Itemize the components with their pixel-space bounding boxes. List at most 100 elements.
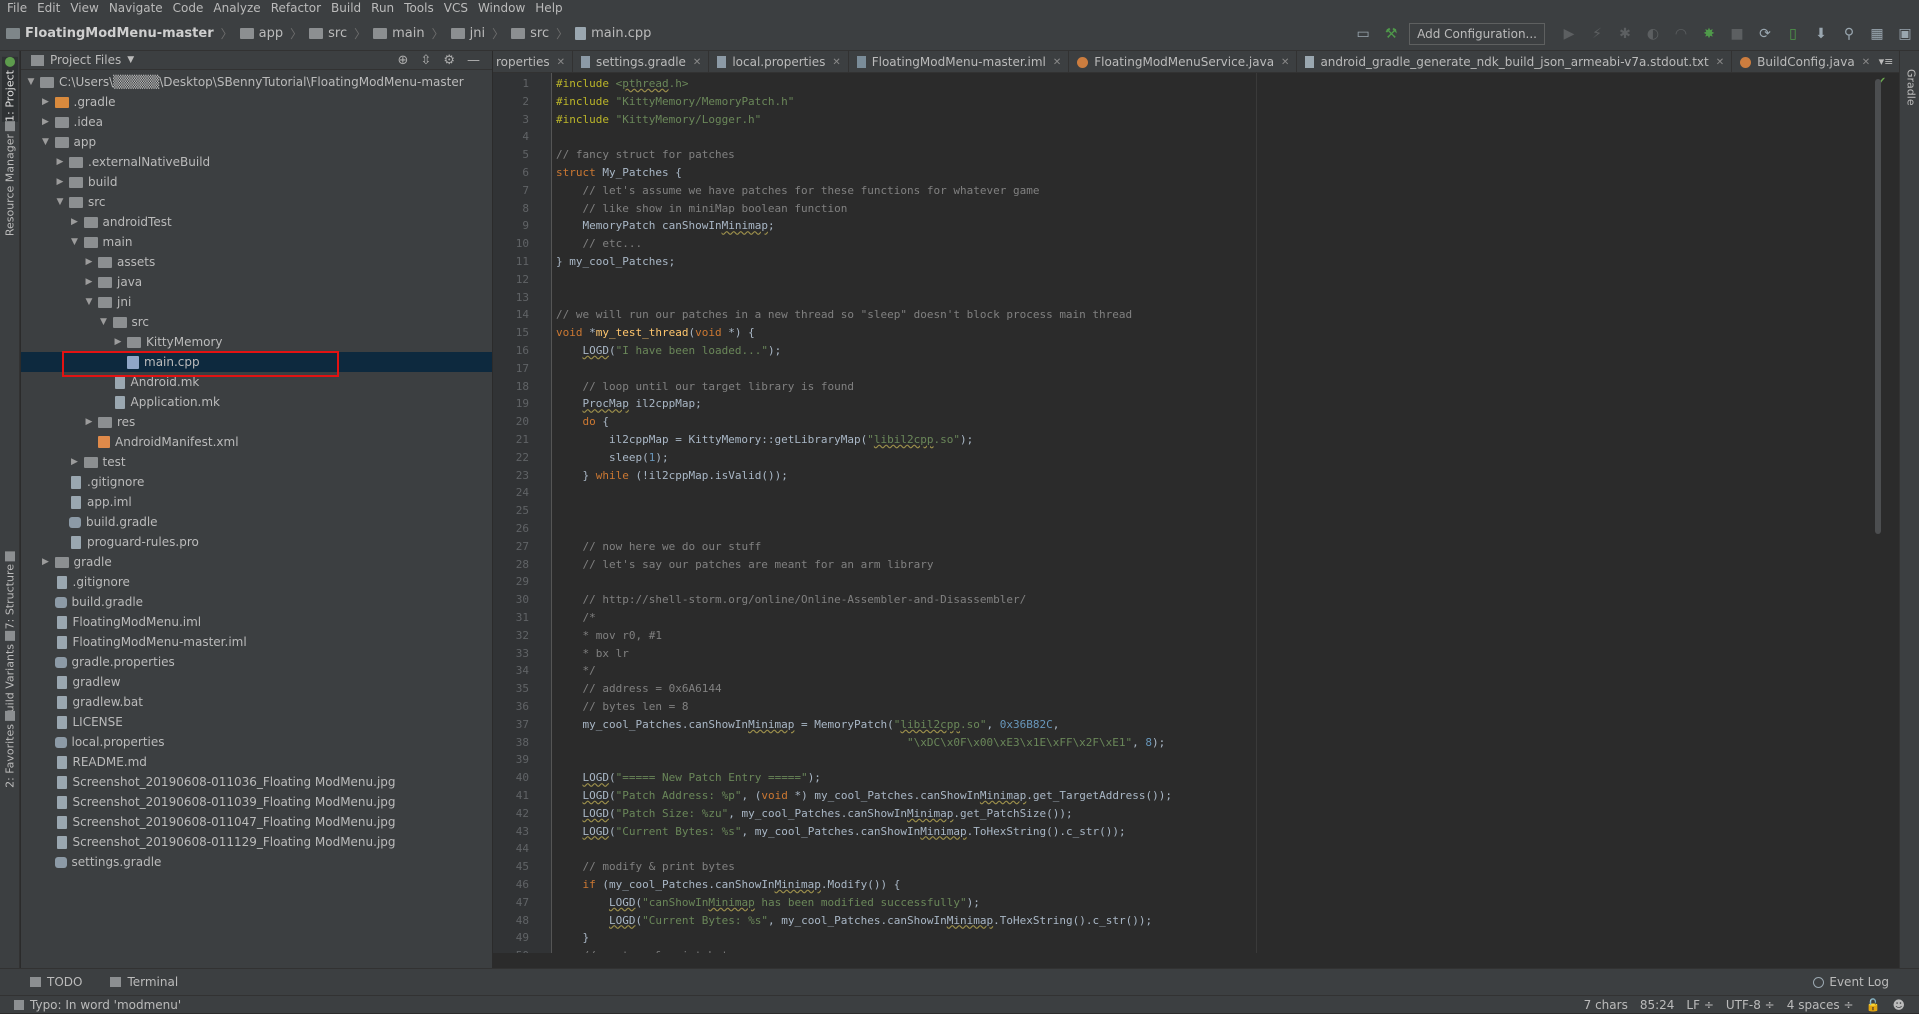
chevron-down-icon[interactable]: ▼ — [25, 77, 37, 87]
chevron-right-icon[interactable]: ▶ — [69, 217, 81, 227]
editor-scrollbar[interactable] — [1875, 79, 1881, 534]
tree-item[interactable]: app.iml — [21, 492, 492, 512]
code-line[interactable]: LOGD("Current Bytes: %s", my_cool_Patche… — [556, 912, 1152, 929]
tree-item[interactable]: Screenshot_20190608-011039_Floating ModM… — [21, 792, 492, 812]
layout-icon[interactable]: ▭ — [1355, 26, 1371, 42]
code-line[interactable]: LOGD("Patch Address: %p", (void *) my_co… — [556, 787, 1172, 804]
apply-changes-icon[interactable]: ⚡ — [1589, 26, 1605, 42]
stop-icon[interactable]: ■ — [1729, 26, 1745, 42]
sync-gradle-icon[interactable]: ⟳ — [1757, 26, 1773, 42]
tree-item[interactable]: AndroidManifest.xml — [21, 432, 492, 452]
tool-tab-resource-manager[interactable]: Resource Manager — [2, 121, 18, 236]
tree-item[interactable]: ▶ .idea — [21, 112, 492, 132]
code-line[interactable]: sleep(1); — [556, 449, 669, 466]
chevron-right-icon[interactable]: ▶ — [83, 257, 95, 267]
search-icon[interactable]: ⚲ — [1841, 26, 1857, 42]
tree-item[interactable]: FloatingModMenu-master.iml — [21, 632, 492, 652]
menu-file[interactable]: File — [4, 0, 34, 16]
tree-item[interactable]: ▶ assets — [21, 252, 492, 272]
menu-build[interactable]: Build — [328, 0, 368, 16]
code-line[interactable]: LOGD("Patch Size: %zu", my_cool_Patches.… — [556, 805, 1073, 822]
breadcrumb-item[interactable]: src 〉 — [309, 25, 373, 42]
tree-item[interactable]: ▶ java — [21, 272, 492, 292]
tree-item[interactable]: proguard-rules.pro — [21, 532, 492, 552]
code-line[interactable]: } — [556, 929, 589, 946]
attach-debugger-icon[interactable]: ✸ — [1701, 26, 1717, 42]
event-log-tab[interactable]: Event Log — [1813, 975, 1889, 989]
chevron-down-icon[interactable]: ▼ — [40, 137, 52, 147]
menu-run[interactable]: Run — [368, 0, 401, 16]
menu-code[interactable]: Code — [170, 0, 211, 16]
code-line[interactable]: // fancy struct for patches — [556, 146, 735, 163]
chevron-right-icon[interactable]: ▶ — [40, 557, 52, 567]
breadcrumb-item[interactable]: src 〉 — [511, 25, 575, 42]
file-encoding[interactable]: UTF-8 ÷ — [1726, 998, 1775, 1012]
code-line[interactable]: // like show in miniMap boolean function — [556, 200, 848, 217]
tree-item[interactable]: .gitignore — [21, 572, 492, 592]
tree-item[interactable]: gradle.properties — [21, 652, 492, 672]
tool-tab-gradle[interactable]: Gradle — [1903, 69, 1919, 106]
close-icon[interactable]: ✕ — [1716, 57, 1724, 68]
code-line[interactable]: void *my_test_thread(void *) { — [556, 324, 755, 341]
code-line[interactable]: // let's assume we have patches for thes… — [556, 182, 1040, 199]
close-icon[interactable]: ✕ — [832, 57, 840, 68]
menu-edit[interactable]: Edit — [34, 0, 67, 16]
code-line[interactable]: // we will run our patches in a new thre… — [556, 306, 1132, 323]
chevron-right-icon[interactable]: ▶ — [83, 277, 95, 287]
tree-item[interactable]: ▼ src — [21, 312, 492, 332]
tree-item[interactable]: Screenshot_20190608-011047_Floating ModM… — [21, 812, 492, 832]
breadcrumb-item[interactable]: main.cpp — [575, 26, 651, 41]
tree-item[interactable]: ▼ src — [21, 192, 492, 212]
editor-tab[interactable]: local.properties ✕ — [709, 51, 849, 72]
tree-item[interactable]: Application.mk — [21, 392, 492, 412]
chevron-right-icon[interactable]: ▶ — [54, 177, 66, 187]
code-line[interactable]: #include "KittyMemory/Logger.h" — [556, 111, 761, 128]
tree-item[interactable]: LICENSE — [21, 712, 492, 732]
code-line[interactable]: // bytes len = 8 — [556, 698, 689, 715]
code-line[interactable]: LOGD("I have been loaded..."); — [556, 342, 782, 359]
close-icon[interactable]: ✕ — [1053, 57, 1061, 68]
tree-item[interactable]: settings.gradle — [21, 852, 492, 872]
code-line[interactable]: "\xDC\x0F\x00\xE3\x1E\xFF\x2F\xE1", 8); — [556, 734, 1165, 751]
editor-tab[interactable]: roperties ✕ — [493, 51, 574, 72]
tree-item[interactable]: build.gradle — [21, 592, 492, 612]
code-line[interactable]: // restore & print bytes — [556, 947, 742, 953]
collapse-all-icon[interactable]: ⇳ — [420, 53, 431, 68]
chevron-right-icon[interactable]: ▶ — [69, 457, 81, 467]
tree-item[interactable]: ▶ gradle — [21, 552, 492, 572]
editor-tab[interactable]: BuildConfig.java ✕ — [1732, 51, 1879, 72]
locate-icon[interactable]: ⊕ — [398, 53, 409, 68]
project-view-selector[interactable]: Project Files — [50, 53, 121, 67]
code-line[interactable]: // address = 0x6A6144 — [556, 680, 722, 697]
chevron-right-icon[interactable]: ▶ — [112, 337, 124, 347]
code-line[interactable]: ProcMap il2cppMap; — [556, 395, 702, 412]
menu-analyze[interactable]: Analyze — [210, 0, 267, 16]
chevron-right-icon[interactable]: ▶ — [83, 417, 95, 427]
code-line[interactable]: MemoryPatch canShowInMinimap; — [556, 217, 774, 234]
menu-refactor[interactable]: Refactor — [268, 0, 328, 16]
tree-item[interactable]: README.md — [21, 752, 492, 772]
editor-tab[interactable]: FloatingModMenuService.java ✕ — [1069, 51, 1298, 72]
code-line[interactable]: il2cppMap = KittyMemory::getLibraryMap("… — [556, 431, 973, 448]
tree-item[interactable]: ▶ androidTest — [21, 212, 492, 232]
tree-item[interactable]: .gitignore — [21, 472, 492, 492]
tree-item[interactable]: gradlew — [21, 672, 492, 692]
caret-position[interactable]: 85:24 — [1640, 998, 1675, 1012]
code-line[interactable]: // loop until our target library is foun… — [556, 378, 855, 395]
code-line[interactable]: do { — [556, 413, 610, 430]
tree-item[interactable]: ▶ build — [21, 172, 492, 192]
tree-item[interactable]: FloatingModMenu.iml — [21, 612, 492, 632]
tool-tab-project[interactable]: 1: Project — [2, 57, 18, 122]
editor-tab[interactable]: settings.gradle ✕ — [573, 51, 710, 72]
tool-tab-structure[interactable]: 7: Structure — [2, 551, 18, 629]
chevron-down-icon[interactable]: ▼ — [127, 55, 134, 65]
terminal-tab[interactable]: Terminal — [110, 975, 178, 989]
chevron-down-icon[interactable]: ▼ — [54, 197, 66, 207]
editor-tab[interactable]: FloatingModMenu-master.iml ✕ — [849, 51, 1070, 72]
chevron-right-icon[interactable]: ▶ — [40, 117, 52, 127]
tree-item[interactable]: ▼ main — [21, 232, 492, 252]
code-line[interactable]: LOGD("===== New Patch Entry ====="); — [556, 769, 821, 786]
code-line[interactable]: // modify & print bytes — [556, 858, 735, 875]
menu-window[interactable]: Window — [475, 0, 532, 16]
code-line[interactable]: LOGD("canShowInMinimap has been modified… — [556, 894, 980, 911]
